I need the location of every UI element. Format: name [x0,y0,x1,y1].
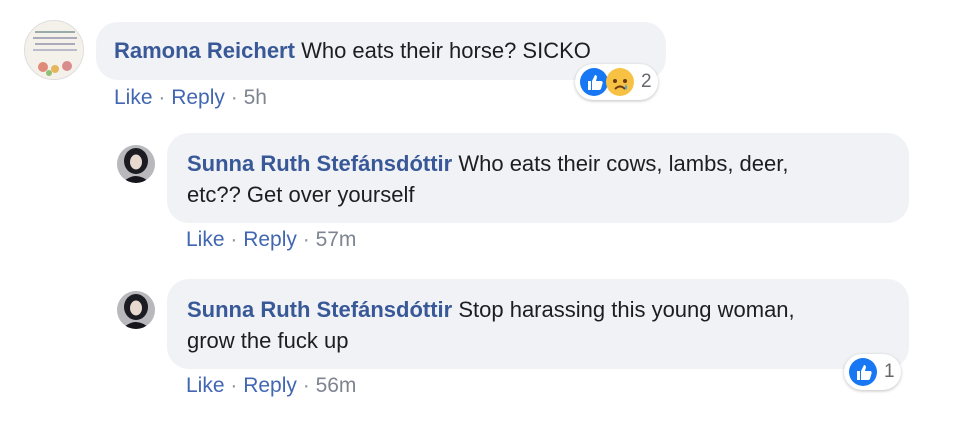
reaction-count: 1 [884,361,895,382]
comment-actions: Like · Reply · 56m [186,374,357,397]
comment-text: Stop harassing this young woman, [458,297,795,322]
avatar[interactable] [117,145,155,183]
reaction-summary[interactable]: 2 [575,64,658,100]
comment-text: grow the fuck up [187,328,349,353]
comment-text: etc?? Get over yourself [187,182,415,207]
comment-text: Who eats their cows, lambs, deer, [458,151,789,176]
avatar[interactable] [117,291,155,329]
like-link[interactable]: Like [114,86,153,109]
comment-bubble: Sunna Ruth Stefánsdóttir Stop harassing … [167,279,909,369]
like-link[interactable]: Like [186,374,225,397]
reaction-summary[interactable]: 1 [844,354,901,390]
reaction-count: 2 [641,71,652,92]
comment-timestamp[interactable]: 57m [316,228,357,251]
avatar-image [117,291,155,329]
avatar[interactable] [24,20,84,80]
sad-icon [606,68,634,96]
reply-link[interactable]: Reply [243,374,297,397]
comment-actions: Like · Reply · 5h [114,86,267,109]
avatar-image [25,21,83,79]
reply-link[interactable]: Reply [171,86,225,109]
comment-timestamp[interactable]: 5h [244,86,267,109]
comment-text: Who eats their horse? SICKO [301,38,591,63]
like-link[interactable]: Like [186,228,225,251]
comment-author[interactable]: Ramona Reichert [114,38,295,63]
avatar-image [117,145,155,183]
comment-author[interactable]: Sunna Ruth Stefánsdóttir [187,151,452,176]
comment-author[interactable]: Sunna Ruth Stefánsdóttir [187,297,452,322]
comment-timestamp[interactable]: 56m [316,374,357,397]
like-icon [849,358,877,386]
comment-bubble: Sunna Ruth Stefánsdóttir Who eats their … [167,133,909,223]
comment-actions: Like · Reply · 57m [186,228,357,251]
reply-link[interactable]: Reply [243,228,297,251]
